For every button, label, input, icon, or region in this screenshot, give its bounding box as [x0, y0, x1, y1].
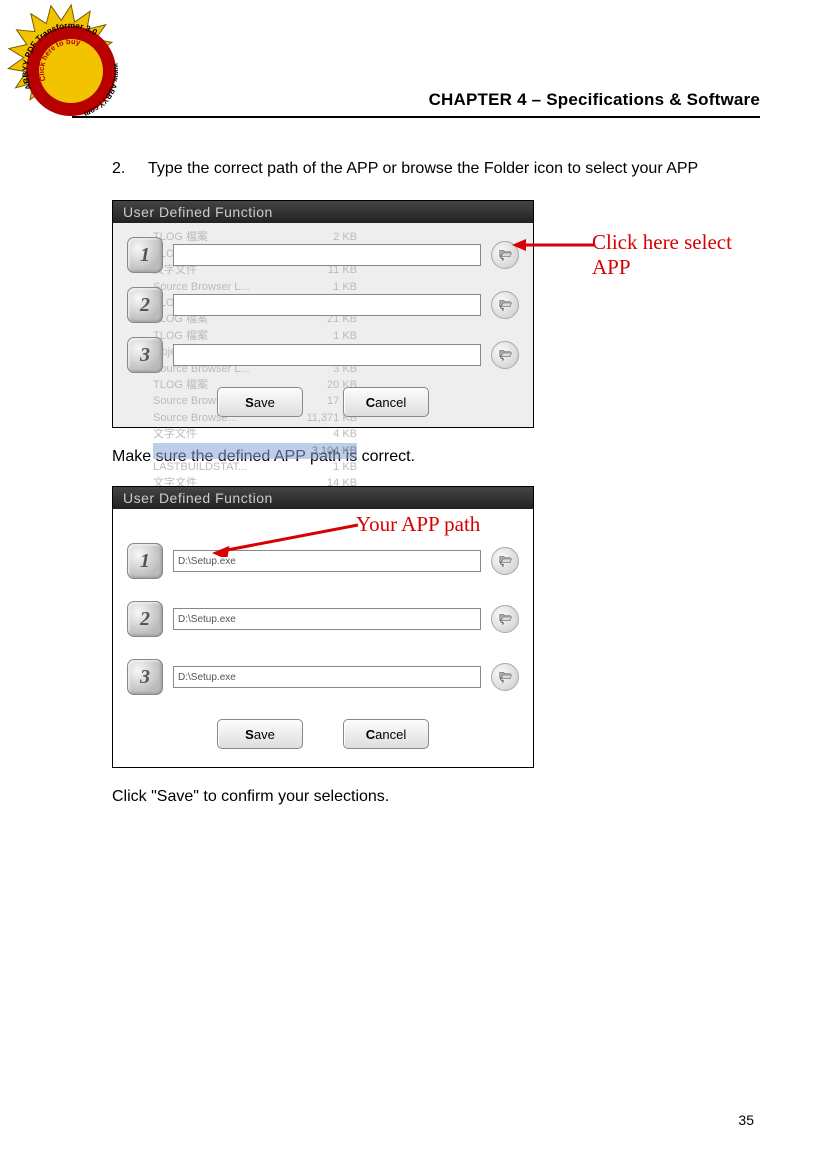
page-number: 35	[738, 1112, 754, 1128]
folder-browse-icon	[497, 611, 513, 627]
badge-2: 2	[127, 287, 163, 323]
udf-dialog-1: User Defined Function TLOG 檔案2 KBTLOG 檔案…	[112, 200, 534, 428]
cancel-button[interactable]: Cancel	[343, 387, 429, 417]
udf-title-2: User Defined Function	[113, 487, 533, 509]
path-input-3[interactable]	[173, 344, 481, 366]
chapter-header: CHAPTER 4 – Specifications & Software	[72, 90, 760, 118]
button-row-1: Save Cancel	[127, 387, 519, 417]
mid-instruction: Make sure the defined APP path is correc…	[112, 448, 760, 466]
step-number: 2.	[112, 158, 130, 180]
path-input-1[interactable]	[173, 244, 481, 266]
browse-button-3b[interactable]	[491, 663, 519, 691]
udf-title: User Defined Function	[113, 201, 533, 223]
udf2-row-3: 3	[127, 659, 519, 695]
udf2-row-2: 2	[127, 601, 519, 637]
folder-browse-icon	[497, 553, 513, 569]
annotation-your-path: Your APP path	[356, 512, 480, 537]
path-input-2b[interactable]	[173, 608, 481, 630]
folder-browse-icon	[497, 347, 513, 363]
udf-row-2: 2	[127, 287, 519, 323]
bottom-instruction: Click "Save" to confirm your selections.	[112, 788, 760, 806]
save-button-2[interactable]: Save	[217, 719, 303, 749]
step-text: Type the correct path of the APP or brow…	[148, 158, 698, 180]
folder-browse-icon	[497, 247, 513, 263]
step-2-line: 2. Type the correct path of the APP or b…	[112, 158, 760, 180]
save-button[interactable]: Save	[217, 387, 303, 417]
udf-row-3: 3	[127, 337, 519, 373]
annotation-click-here: Click here select APP	[592, 230, 760, 280]
folder-browse-icon	[497, 297, 513, 313]
path-input-3b[interactable]	[173, 666, 481, 688]
badge-2b: 2	[127, 601, 163, 637]
badge-1: 1	[127, 237, 163, 273]
browse-button-3[interactable]	[491, 341, 519, 369]
badge-3: 3	[127, 337, 163, 373]
badge-3b: 3	[127, 659, 163, 695]
screenshot-2-wrap: User Defined Function 1 2	[112, 486, 760, 768]
browse-button-2[interactable]	[491, 291, 519, 319]
browse-button-1b[interactable]	[491, 547, 519, 575]
arrow-icon	[206, 521, 366, 557]
badge-1b: 1	[127, 543, 163, 579]
button-row-2: Save Cancel	[127, 719, 519, 749]
cancel-button-2[interactable]: Cancel	[343, 719, 429, 749]
path-input-2[interactable]	[173, 294, 481, 316]
arrow-icon	[512, 237, 594, 253]
screenshot-1-wrap: User Defined Function TLOG 檔案2 KBTLOG 檔案…	[112, 200, 760, 428]
udf-row-1: 1	[127, 237, 519, 273]
folder-browse-icon	[497, 669, 513, 685]
browse-button-2b[interactable]	[491, 605, 519, 633]
